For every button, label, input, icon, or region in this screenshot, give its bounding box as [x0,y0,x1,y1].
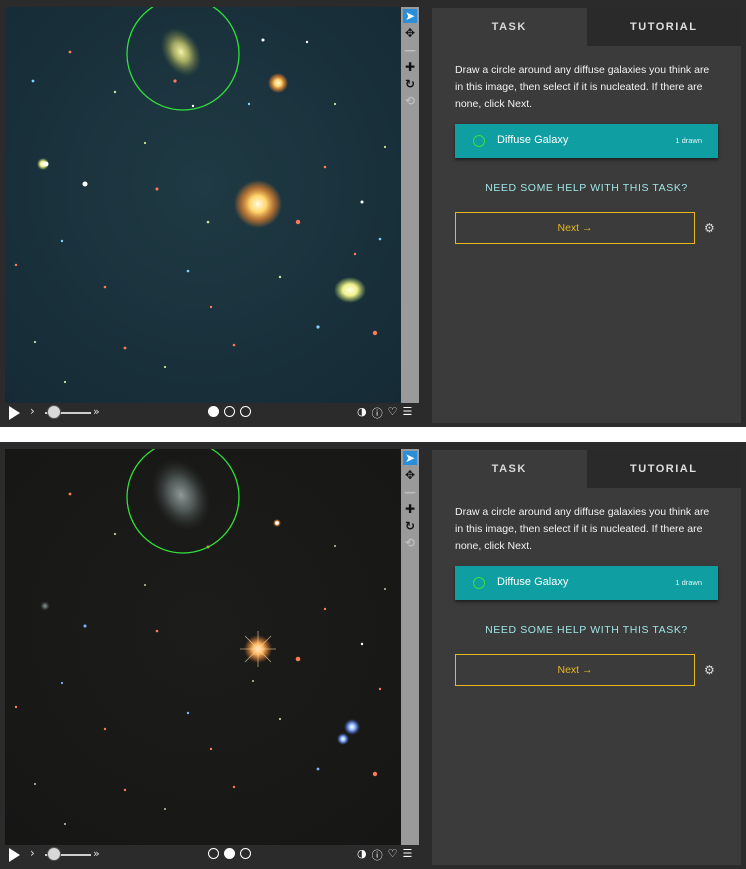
answer-label: Diffuse Galaxy [497,134,569,146]
help-link[interactable]: NEED SOME HELP WITH THIS TASK? [432,182,741,194]
zoom-in-icon[interactable]: ✚ [403,502,417,516]
rotate-icon[interactable]: ↻ [403,77,417,91]
frame-dot-2[interactable] [224,406,235,417]
next-button[interactable]: Next → [455,654,695,686]
cursor-arrow-icon[interactable]: ➤ [403,9,417,23]
reset-icon[interactable]: ⟲ [403,94,417,108]
task-panel: TASK TUTORIAL Draw a circle around any d… [432,8,741,423]
tab-task[interactable]: TASK [432,8,587,46]
task-panel: TASK TUTORIAL Draw a circle around any d… [432,450,741,865]
drawn-count: 1 drawn [675,578,702,587]
step-arrow-icon[interactable]: › [30,846,35,860]
task-tabs: TASK TUTORIAL [432,450,741,488]
subject-image[interactable] [5,7,401,403]
answer-label: Diffuse Galaxy [497,576,569,588]
collections-icon[interactable]: ☰ [402,405,412,421]
cursor-arrow-icon[interactable]: ➤ [403,451,417,465]
help-link[interactable]: NEED SOME HELP WITH THIS TASK? [432,624,741,636]
task-instructions: Draw a circle around any diffuse galaxie… [455,64,710,110]
frame-dot-3[interactable] [240,406,251,417]
gear-icon[interactable]: ⚙ [704,663,715,677]
galaxy-field-image[interactable] [5,449,401,845]
favorite-icon[interactable]: ♡ [388,847,398,863]
task-tabs: TASK TUTORIAL [432,8,741,46]
frame-dot-1[interactable] [208,406,219,417]
frame-dot-1[interactable] [208,848,219,859]
speed-slider-knob[interactable] [47,405,61,419]
reset-icon[interactable]: ⟲ [403,536,417,550]
image-toolbar: ➤ ✥ — ✚ ↻ ⟲ [401,7,419,403]
subject-actions: ◑ ⓘ ♡ ☰ [357,847,412,863]
speed-slider-knob[interactable] [47,847,61,861]
invert-icon[interactable]: ◑ [357,405,367,421]
galaxy-field-image[interactable] [5,7,401,403]
task-instructions: Draw a circle around any diffuse galaxie… [455,506,710,552]
info-icon[interactable]: ⓘ [372,405,383,421]
zoom-in-icon[interactable]: ✚ [403,60,417,74]
zoom-out-icon[interactable]: — [403,485,417,499]
play-icon[interactable] [9,406,20,420]
fast-forward-icon: » [93,405,100,418]
info-icon[interactable]: ⓘ [372,847,383,863]
drawn-count: 1 drawn [675,136,702,145]
tab-task[interactable]: TASK [432,450,587,488]
gear-icon[interactable]: ⚙ [704,221,715,235]
frame-dots [208,406,251,417]
classifier-panel-2: ➤ ✥ — ✚ ↻ ⟲ › » ◑ ⓘ ♡ ☰ TASK TUTORIAL Dr… [0,442,746,869]
play-icon[interactable] [9,848,20,862]
fast-forward-icon: » [93,847,100,860]
circle-tool-icon [473,135,485,147]
invert-icon[interactable]: ◑ [357,847,367,863]
subject-image[interactable] [5,449,401,845]
move-icon[interactable]: ✥ [403,26,417,40]
collections-icon[interactable]: ☰ [402,847,412,863]
playback-controls: › » ◑ ⓘ ♡ ☰ [5,403,419,423]
favorite-icon[interactable]: ♡ [388,405,398,421]
image-toolbar: ➤ ✥ — ✚ ↻ ⟲ [401,449,419,845]
answer-diffuse-galaxy[interactable]: Diffuse Galaxy 1 drawn [455,124,718,158]
circle-tool-icon [473,577,485,589]
step-arrow-icon[interactable]: › [30,404,35,418]
subject-actions: ◑ ⓘ ♡ ☰ [357,405,412,421]
next-button[interactable]: Next → [455,212,695,244]
tab-tutorial[interactable]: TUTORIAL [586,8,741,46]
tab-tutorial[interactable]: TUTORIAL [586,450,741,488]
playback-controls: › » ◑ ⓘ ♡ ☰ [5,845,419,865]
zoom-out-icon[interactable]: — [403,43,417,57]
frame-dot-2[interactable] [224,848,235,859]
rotate-icon[interactable]: ↻ [403,519,417,533]
classifier-panel-1: ➤ ✥ — ✚ ↻ ⟲ › » ◑ ⓘ ♡ ☰ TASK TUTORIAL Dr… [0,0,746,427]
frame-dots [208,848,251,859]
answer-diffuse-galaxy[interactable]: Diffuse Galaxy 1 drawn [455,566,718,600]
frame-dot-3[interactable] [240,848,251,859]
move-icon[interactable]: ✥ [403,468,417,482]
